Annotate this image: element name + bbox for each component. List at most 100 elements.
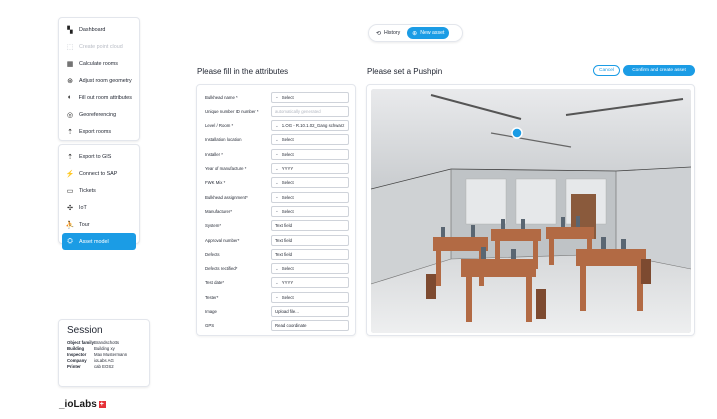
select-field[interactable]: ⌄ Select — [271, 263, 349, 275]
calculator-icon: ▦ — [66, 60, 74, 68]
target-icon: ◎ — [66, 111, 74, 119]
point-cloud-icon: ⬚ — [66, 43, 74, 51]
sidebar-item-export-rooms[interactable]: ⇡ Export rooms — [62, 123, 136, 140]
session-title: Session — [67, 325, 103, 336]
export-icon: ⇡ — [67, 153, 73, 161]
sidebar-item-fill-out-room-attributes[interactable]: ◐ Fill out room attributes — [62, 89, 136, 106]
point-cloud-viewer[interactable] — [371, 89, 691, 333]
asset-icon: ⛭ — [67, 237, 73, 245]
pushpin-title: Please set a Pushpin — [367, 67, 443, 76]
field-label: GPS — [205, 323, 215, 329]
field-label: Defects rectified* — [205, 266, 238, 272]
form-row: Level / Room * ⌄ 1.OG - R.10.1.02_Gang sch… — [205, 120, 351, 132]
form-row: Defects rectified* ⌄ Select — [205, 263, 351, 275]
select-field[interactable]: ⌄ Select — [271, 91, 349, 103]
sidebar-panel-modules: ⇡ Export to GIS ⚡ Connect to SAP ▭ Tickets ✣ Io… — [58, 144, 140, 250]
chevron-down-icon: ⌄ — [275, 294, 279, 300]
select-field[interactable]: ⌄ YYYY — [271, 277, 349, 289]
field-label: System* — [205, 223, 221, 229]
sidebar-item-tour[interactable]: ⛹ Tour — [62, 216, 136, 233]
field-value: Select — [281, 151, 294, 157]
field-label: FWK Mix * — [205, 180, 226, 186]
pushpin-marker[interactable] — [511, 127, 523, 139]
sidebar-item-create-point-cloud: ⬚ Create point cloud — [62, 38, 136, 55]
attributes-form: Bulkhead name * ⌄ Select Unique number ID n… — [196, 84, 356, 336]
new-asset-label: New asset — [420, 30, 445, 36]
select-field[interactable]: ⌄ Select — [271, 205, 349, 217]
select-field[interactable]: ⌄ Select — [271, 191, 349, 203]
geometry-icon: ⊛ — [67, 77, 73, 85]
viewer-card — [366, 84, 695, 336]
walk-icon: ⛹ — [65, 221, 75, 229]
select-field[interactable]: ⌄ Select — [271, 291, 349, 303]
confirm-create-asset-button[interactable]: Confirm and create asset — [623, 65, 695, 76]
sidebar-item-iot[interactable]: ✣ IoT — [62, 199, 136, 216]
plug-icon: ⚡ — [65, 170, 75, 178]
attributes-title: Please fill in the attributes — [197, 67, 289, 76]
field-label: Image — [205, 309, 217, 314]
field-value: Select — [281, 208, 294, 214]
sidebar-item-dashboard[interactable]: ▚ Dashboard — [62, 21, 136, 38]
history-icon: ⟲ — [376, 30, 382, 37]
cancel-button[interactable]: Cancel — [593, 65, 620, 76]
sidebar-item-asset-model[interactable]: ⛭ Asset model — [62, 233, 136, 250]
sidebar-item-export-to-gis[interactable]: ⇡ Export to GIS — [62, 148, 136, 165]
history-tab[interactable]: ⟲ History — [371, 27, 405, 39]
select-field[interactable]: ⌄ YYYY — [271, 163, 349, 174]
sidebar-item-label: Adjust room geometry — [79, 77, 132, 84]
select-field[interactable]: ⌄ Select — [271, 148, 349, 160]
field-label: Year of manufacture * — [205, 166, 247, 171]
dashboard-icon: ▚ — [67, 26, 73, 34]
sidebar-item-adjust-room-geometry[interactable]: ⊛ Adjust room geometry — [62, 72, 136, 89]
iolabs-logo: _ioLabs — [59, 399, 106, 410]
sidebar-item-label: Export rooms — [79, 128, 112, 135]
half-circle-icon: ◐ — [67, 94, 72, 101]
readonly-field: automatically generated — [271, 105, 349, 117]
field-label: Manufacturer* — [205, 208, 232, 214]
point-cloud-scene — [371, 89, 691, 333]
chevron-down-icon: ⌄ — [275, 165, 279, 171]
field-value: YYYY — [281, 280, 294, 286]
history-label: History — [384, 30, 401, 36]
sidebar-item-label: Fill out room attributes — [78, 94, 132, 101]
field-value: 1.OG - R.10.1.02_Gang schwarz — [281, 123, 345, 129]
sidebar-item-label: Tour — [79, 221, 90, 228]
sidebar-item-connect-to-sap[interactable]: ⚡ Connect to SAP — [62, 165, 136, 182]
select-field[interactable]: ⌄ Select — [271, 177, 349, 189]
form-row: Test date* ⌄ YYYY — [205, 277, 351, 289]
form-row: Unique number ID number * automatically g… — [205, 105, 351, 117]
logo-text: _ioLabs — [59, 399, 97, 410]
field-label: Tester* — [205, 294, 219, 300]
sidebar-item-tickets[interactable]: ▭ Tickets — [62, 182, 136, 199]
form-row: Tester* ⌄ Select — [205, 291, 351, 303]
select-field[interactable]: ⌄ Select — [271, 134, 349, 146]
form-row: Year of manufacture * ⌄ YYYY — [205, 163, 351, 175]
text-field[interactable]: Text field — [271, 248, 349, 260]
session-details: Object family Brandschotts Building Buildin… — [67, 340, 141, 370]
text-field[interactable]: Text field — [271, 220, 349, 232]
form-row: Bulkhead assignment* ⌄ Select — [205, 191, 351, 203]
chevron-down-icon: ⌄ — [275, 94, 279, 99]
text-field[interactable]: Text field — [271, 234, 349, 246]
sidebar-item-label: Export to GIS — [79, 153, 112, 160]
sidebar-item-label: Asset model — [79, 238, 109, 245]
field-value: Upload file... — [275, 309, 299, 314]
sidebar-item-calculate-rooms[interactable]: ▦ Calculate rooms — [62, 55, 136, 72]
export-icon: ⇡ — [67, 128, 73, 136]
field-value: Select — [281, 266, 294, 272]
new-asset-tab[interactable]: ⊕ New asset — [407, 27, 450, 39]
field-value: Select — [281, 137, 294, 143]
field-value: Select — [281, 180, 294, 186]
field-value: Read coordinate — [275, 323, 307, 329]
form-row: Image Upload file... — [205, 306, 351, 318]
form-row: Manufacturer* ⌄ Select — [205, 205, 351, 217]
sidebar-item-label: Connect to SAP — [79, 170, 118, 177]
select-field[interactable]: ⌄ 1.OG - R.10.1.02_Gang schwarz — [271, 120, 349, 132]
text-field[interactable]: Upload file... — [271, 306, 349, 317]
field-label: Bulkhead assignment* — [205, 194, 248, 200]
form-row: Bulkhead name * ⌄ Select — [205, 91, 351, 103]
chevron-down-icon: ⌄ — [275, 151, 279, 157]
sidebar-item-georeferencing[interactable]: ◎ Georeferencing — [62, 106, 136, 123]
field-value: Text field — [275, 237, 292, 243]
text-field[interactable]: Read coordinate — [271, 320, 349, 332]
